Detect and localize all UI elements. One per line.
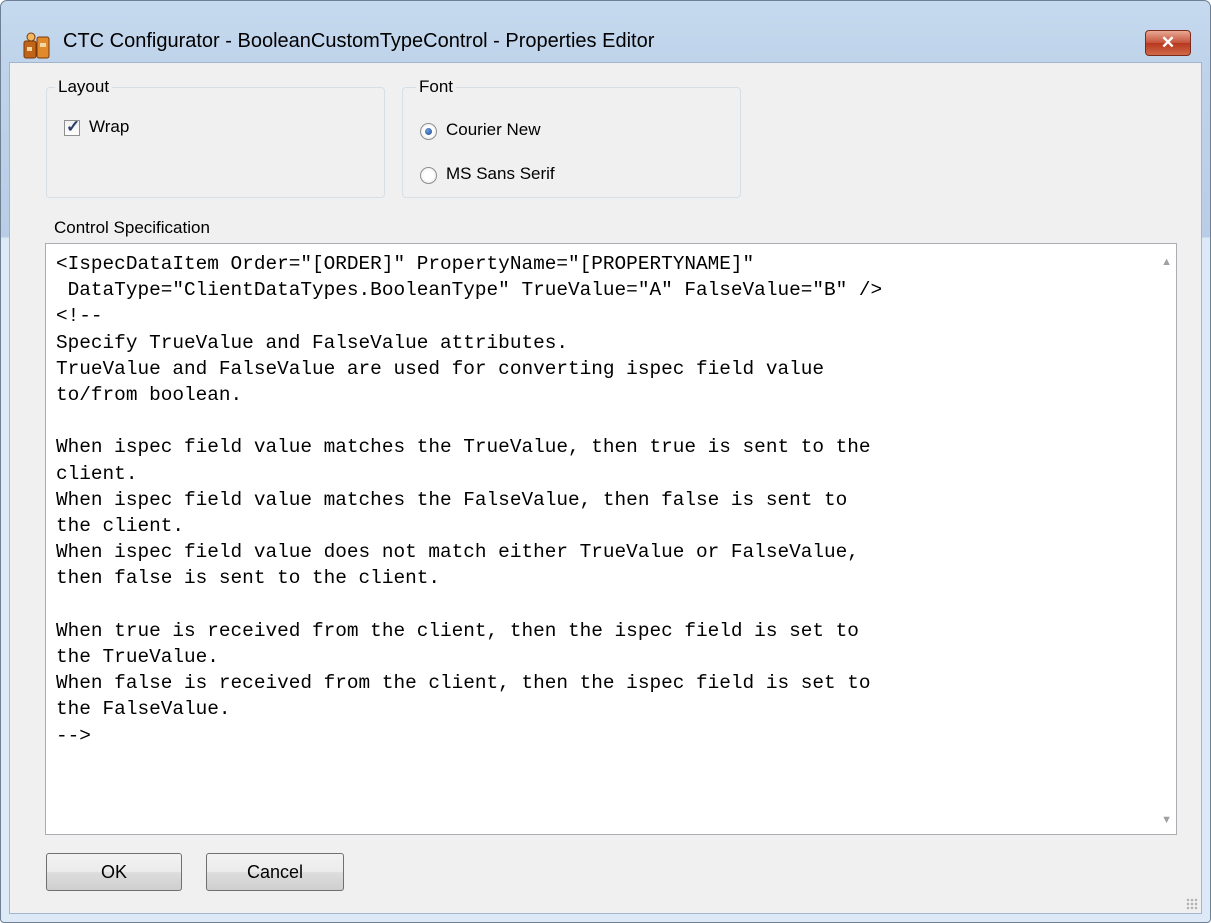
font-group-label: Font [416, 77, 457, 97]
ms-sans-serif-radio-label[interactable]: MS Sans Serif [446, 164, 555, 184]
control-specification-text[interactable]: <IspecDataItem Order="[ORDER]" PropertyN… [56, 251, 1141, 749]
scroll-up-arrow-icon[interactable]: ▲ [1161, 256, 1172, 268]
courier-new-radio-label[interactable]: Courier New [446, 120, 540, 140]
cancel-button[interactable]: Cancel [206, 853, 344, 891]
radio-selected-dot-icon [425, 128, 432, 135]
dialog-client-area: Layout ✓ Wrap Font Courier New MS Sans S… [9, 62, 1202, 914]
app-icon [23, 32, 50, 59]
close-button[interactable]: ✕ [1145, 30, 1191, 56]
wrap-checkbox-label[interactable]: Wrap [89, 117, 129, 137]
ms-sans-serif-radio[interactable] [420, 167, 437, 184]
control-specification-textarea[interactable]: <IspecDataItem Order="[ORDER]" PropertyN… [45, 243, 1177, 835]
wrap-checkbox[interactable]: ✓ [64, 117, 81, 136]
courier-new-radio[interactable] [420, 123, 437, 140]
control-specification-label: Control Specification [54, 218, 210, 237]
scroll-down-arrow-icon[interactable]: ▼ [1161, 814, 1172, 826]
properties-editor-window: CTC Configurator - BooleanCustomTypeCont… [0, 0, 1211, 923]
window-title: CTC Configurator - BooleanCustomTypeCont… [63, 30, 655, 52]
resize-grip-icon[interactable] [1186, 898, 1198, 910]
layout-group-label: Layout [55, 77, 113, 97]
check-mark-icon: ✓ [66, 117, 81, 136]
layout-group [46, 87, 385, 198]
ok-button[interactable]: OK [46, 853, 182, 891]
